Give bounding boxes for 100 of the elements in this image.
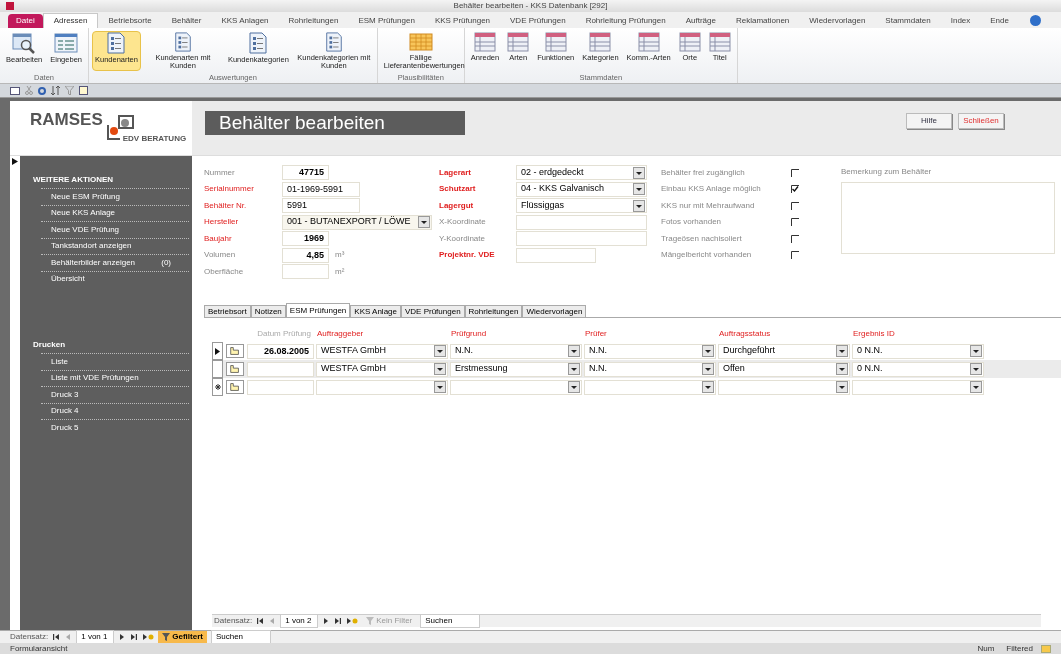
- subform-tab[interactable]: KKS Anlage: [350, 305, 401, 317]
- dropdown-field[interactable]: Offen: [718, 361, 850, 377]
- dropdown-field[interactable]: N.N.: [584, 343, 716, 359]
- table-row[interactable]: 26.08.2005 WESTFA GmbH N.N. N.N. Durchgeführt 0 N.N.: [212, 342, 1061, 360]
- dropdown-field[interactable]: Flüssiggas: [516, 198, 647, 213]
- dropdown-field[interactable]: N.N.: [584, 361, 716, 377]
- last-record-icon[interactable]: [334, 617, 343, 625]
- ribbon-tab[interactable]: Adressen: [42, 13, 99, 28]
- subform-tab[interactable]: VDE Prüfungen: [401, 305, 465, 317]
- status-indicator: Filtered: [1006, 642, 1033, 654]
- dropdown-field[interactable]: Durchgeführt: [718, 343, 850, 359]
- filter-indicator[interactable]: Gefiltert: [158, 631, 207, 643]
- nav-link[interactable]: Liste: [41, 353, 189, 370]
- window-title: Behälter bearbeiten - KKS Datenbank [292]: [453, 2, 608, 10]
- help-button[interactable]: Hilfe: [906, 113, 952, 129]
- dropdown-field[interactable]: WESTFA GmbH: [316, 361, 448, 377]
- subform-tab[interactable]: Wiedervorlagen: [522, 305, 587, 317]
- dropdown-field[interactable]: WESTFA GmbH: [316, 343, 448, 359]
- subform-tab[interactable]: Rohrleitungen: [464, 305, 523, 317]
- manufacturer-dropdown[interactable]: 001 - BUTANEXPORT / LÖWE: [282, 214, 432, 230]
- search-field[interactable]: Suchen: [210, 630, 271, 644]
- new-record-icon[interactable]: [346, 617, 359, 625]
- nav-link[interactable]: Neue ESM Prüfung: [41, 188, 189, 205]
- open-record-icon[interactable]: [226, 362, 244, 376]
- dropdown-field[interactable]: [718, 379, 850, 395]
- dropdown-field[interactable]: N.N.: [450, 343, 582, 359]
- ribbon-tab[interactable]: KKS Prüfungen: [424, 13, 501, 28]
- ribbon-tab[interactable]: Rohrleitung Prüfungen: [575, 13, 676, 28]
- dropdown-field[interactable]: Erstmessung: [450, 361, 582, 377]
- input-field[interactable]: [516, 247, 596, 263]
- first-record-icon[interactable]: [256, 617, 265, 625]
- record-position-field[interactable]: 1 von 2: [280, 614, 319, 628]
- checkbox[interactable]: [791, 218, 799, 226]
- row-selector[interactable]: [212, 342, 223, 360]
- ribbon-tab[interactable]: Ende: [980, 13, 1019, 28]
- first-record-icon[interactable]: [52, 633, 61, 641]
- date-field[interactable]: [247, 379, 314, 395]
- remark-field[interactable]: [841, 182, 1055, 254]
- input-field[interactable]: [516, 214, 647, 230]
- checkbox[interactable]: [791, 168, 799, 177]
- search-field[interactable]: Suchen: [420, 614, 481, 628]
- nav-link[interactable]: Behälterbilder anzeigen (0): [41, 254, 189, 271]
- checkbox[interactable]: [791, 251, 799, 259]
- nav-link[interactable]: Übersicht: [41, 270, 189, 287]
- open-record-icon[interactable]: [226, 344, 244, 358]
- nav-link[interactable]: Druck 3: [41, 386, 189, 403]
- ribbon-tab[interactable]: Aufträge: [675, 13, 726, 28]
- row-selector[interactable]: [212, 378, 223, 396]
- dropdown-field[interactable]: [316, 379, 448, 395]
- subform-tab[interactable]: Betriebsort: [204, 305, 251, 317]
- ribbon-tab[interactable]: KKS Anlagen: [211, 13, 279, 28]
- last-record-icon[interactable]: [130, 633, 139, 641]
- dropdown-field[interactable]: [450, 379, 582, 395]
- ribbon-tab[interactable]: Rohrleitungen: [278, 13, 349, 28]
- dropdown-field[interactable]: 0 N.N.: [852, 361, 984, 377]
- ribbon-tab[interactable]: Index: [940, 13, 981, 28]
- date-field[interactable]: [247, 361, 314, 377]
- dropdown-field[interactable]: [852, 379, 984, 395]
- table-row[interactable]: WESTFA GmbH Erstmessung N.N. Offen 0 N.N.: [212, 360, 1061, 378]
- nav-link[interactable]: Liste mit VDE Prüfungen: [41, 369, 189, 386]
- ribbon-tab[interactable]: Reklamationen: [725, 13, 800, 28]
- checkbox[interactable]: [791, 201, 799, 210]
- dropdown-field[interactable]: [584, 379, 716, 395]
- dropdown-field[interactable]: 02 - erdgedeckt: [516, 165, 647, 180]
- input-field[interactable]: [516, 231, 647, 246]
- dropdown-field[interactable]: 0 N.N.: [852, 343, 984, 359]
- access-logo-icon: [6, 2, 14, 10]
- nav-link[interactable]: Neue VDE Prüfung: [41, 221, 189, 238]
- checkbox[interactable]: [791, 234, 799, 243]
- file-tab[interactable]: Datei: [8, 14, 43, 28]
- ribbon-tab[interactable]: Wiedervorlagen: [799, 13, 876, 28]
- sort-icon[interactable]: [51, 86, 60, 95]
- input-field[interactable]: 01-1969-5991: [282, 181, 360, 197]
- close-button[interactable]: Schließen: [958, 113, 1004, 129]
- checkbox[interactable]: [791, 185, 799, 193]
- nav-link[interactable]: Neue KKS Anlage: [41, 204, 189, 221]
- open-record-icon[interactable]: [226, 380, 244, 394]
- record-position-field[interactable]: 1 von 1: [76, 630, 115, 644]
- input-field[interactable]: [282, 264, 329, 279]
- nav-link[interactable]: Druck 4: [41, 402, 189, 419]
- date-field[interactable]: 26.08.2005: [247, 343, 314, 359]
- nav-link[interactable]: Druck 5: [41, 419, 189, 436]
- ribbon-tab[interactable]: Betriebsorte: [98, 13, 162, 28]
- record-label: Datensatz:: [10, 631, 49, 643]
- view-icon[interactable]: [10, 86, 20, 95]
- input-field[interactable]: 5991: [282, 198, 360, 213]
- nav-link[interactable]: Tankstandort anzeigen: [41, 237, 189, 254]
- ribbon-tab[interactable]: Stammdaten: [875, 13, 941, 28]
- record-selector-icon[interactable]: [12, 158, 18, 165]
- subform-tab[interactable]: ESM Prüfungen: [285, 303, 351, 317]
- input-field[interactable]: 1969: [282, 231, 329, 246]
- input-field[interactable]: 47715: [282, 165, 329, 180]
- dropdown-field[interactable]: 04 - KKS Galvanisch: [516, 181, 647, 197]
- ribbon-tab[interactable]: Behälter: [161, 13, 212, 28]
- subform-tab[interactable]: Notizen: [250, 305, 286, 317]
- ribbon-tab[interactable]: ESM Prüfungen: [348, 13, 425, 28]
- ribbon-tab[interactable]: VDE Prüfungen: [500, 13, 576, 28]
- field-label: Projektnr. VDE: [439, 249, 496, 261]
- new-record-icon[interactable]: [142, 633, 155, 641]
- input-field[interactable]: 4,85: [282, 247, 329, 263]
